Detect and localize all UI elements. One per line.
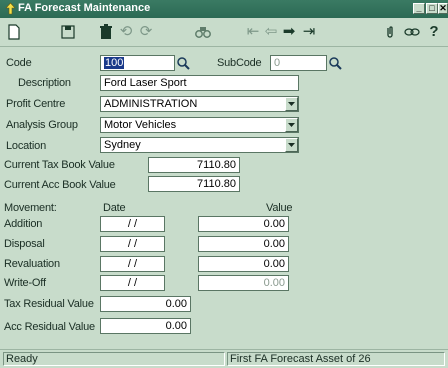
record-position-text: First FA Forecast Asset of 26 xyxy=(227,352,445,366)
addition-value-field[interactable]: 0.00 xyxy=(198,216,289,232)
code-value: 100 xyxy=(104,57,125,69)
status-text: Ready xyxy=(3,352,225,366)
app-icon xyxy=(4,2,17,15)
refresh-icon[interactable]: ⟳ xyxy=(136,22,156,42)
acc-residual-field[interactable]: 0.00 xyxy=(100,318,191,334)
code-field[interactable]: 100 xyxy=(100,55,175,71)
tax-residual-label: Tax Residual Value xyxy=(4,298,94,310)
description-label: Description xyxy=(18,77,71,89)
location-select[interactable]: Sydney xyxy=(100,137,299,153)
link-icon[interactable] xyxy=(402,22,422,42)
delete-icon[interactable] xyxy=(96,22,116,42)
find-icon[interactable] xyxy=(193,22,213,42)
profit-centre-value: ADMINISTRATION xyxy=(104,98,198,110)
first-icon[interactable]: ⇤ xyxy=(243,22,263,42)
tax-residual-field[interactable]: 0.00 xyxy=(100,296,191,312)
tax-book-label: Current Tax Book Value xyxy=(4,159,115,171)
analysis-group-label: Analysis Group xyxy=(6,119,78,131)
window-title: FA Forecast Maintenance xyxy=(18,2,151,14)
addition-label: Addition xyxy=(4,218,43,230)
maximize-button[interactable]: □ xyxy=(426,3,438,14)
code-lookup-icon[interactable] xyxy=(176,56,190,70)
value-header: Value xyxy=(266,202,293,214)
location-label: Location xyxy=(6,140,46,152)
new-icon[interactable] xyxy=(4,22,24,42)
revaluation-label: Revaluation xyxy=(4,258,60,270)
acc-residual-label: Acc Residual Value xyxy=(4,321,95,333)
profit-centre-label: Profit Centre xyxy=(6,98,66,110)
revaluation-date-field[interactable]: / / xyxy=(100,256,165,272)
disposal-date-field[interactable]: / / xyxy=(100,236,165,252)
next-icon[interactable]: ➡ xyxy=(279,22,299,42)
disposal-label: Disposal xyxy=(4,238,45,250)
undo-icon[interactable]: ⟲ xyxy=(116,22,136,42)
acc-book-field[interactable]: 7110.80 xyxy=(148,176,240,192)
write-off-value-field[interactable]: 0.00 xyxy=(198,275,289,291)
acc-book-label: Current Acc Book Value xyxy=(4,179,116,191)
title-bar[interactable]: FA Forecast Maintenance _ □ ✕ xyxy=(0,0,448,18)
movement-header: Movement: xyxy=(4,202,57,214)
analysis-group-select[interactable]: Motor Vehicles xyxy=(100,117,299,133)
chevron-down-icon[interactable] xyxy=(285,118,298,132)
location-value: Sydney xyxy=(104,139,141,151)
tax-book-field[interactable]: 7110.80 xyxy=(148,157,240,173)
date-header: Date xyxy=(103,202,126,214)
write-off-date-field[interactable]: / / xyxy=(100,275,165,291)
addition-date-field[interactable]: / / xyxy=(100,216,165,232)
last-icon[interactable]: ⇥ xyxy=(299,22,319,42)
subcode-label: SubCode xyxy=(217,57,262,69)
chevron-down-icon[interactable] xyxy=(285,97,298,111)
description-field[interactable]: Ford Laser Sport xyxy=(100,75,299,91)
minimize-button[interactable]: _ xyxy=(413,3,425,14)
subcode-lookup-icon[interactable] xyxy=(328,56,342,70)
status-bar: Ready First FA Forecast Asset of 26 xyxy=(0,349,448,368)
save-icon[interactable] xyxy=(58,22,78,42)
analysis-group-value: Motor Vehicles xyxy=(104,119,177,131)
disposal-value-field[interactable]: 0.00 xyxy=(198,236,289,252)
code-label: Code xyxy=(6,57,32,69)
profit-centre-select[interactable]: ADMINISTRATION xyxy=(100,96,299,112)
help-icon[interactable]: ? xyxy=(424,22,444,42)
fa-forecast-window: FA Forecast Maintenance _ □ ✕ ⟲ ⟳ ⇤ ⇦ ➡ … xyxy=(0,0,448,368)
previous-icon[interactable]: ⇦ xyxy=(261,22,281,42)
subcode-field[interactable]: 0 xyxy=(270,55,327,71)
write-off-label: Write-Off xyxy=(4,277,46,289)
chevron-down-icon[interactable] xyxy=(285,138,298,152)
revaluation-value-field[interactable]: 0.00 xyxy=(198,256,289,272)
attach-icon[interactable] xyxy=(380,22,400,42)
toolbar: ⟲ ⟳ ⇤ ⇦ ➡ ⇥ ? xyxy=(0,18,448,47)
close-button[interactable]: ✕ xyxy=(438,3,448,14)
